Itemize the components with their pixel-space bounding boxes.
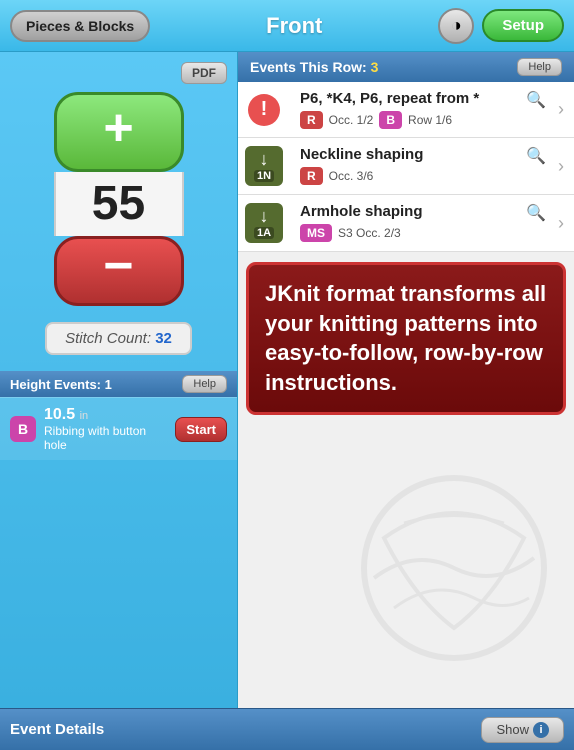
events-header: Events This Row: 3 Help bbox=[238, 52, 574, 82]
main-content: PDF + 55 − Stitch Count: 32 Height Event… bbox=[0, 52, 574, 708]
promo-banner: JKnit format transforms all your knittin… bbox=[246, 262, 566, 415]
tag-b-1: B bbox=[379, 111, 402, 129]
show-button[interactable]: Show i bbox=[481, 717, 564, 743]
theme-toggle-button[interactable]: ◑ bbox=[438, 8, 474, 44]
event-tags-2: R Occ. 3/6 bbox=[300, 167, 548, 185]
event-icon-2: ↓ 1N bbox=[238, 138, 290, 194]
chevron-right-icon-1: › bbox=[558, 82, 574, 137]
info-icon: i bbox=[533, 722, 549, 738]
events-title: Events This Row: 3 bbox=[250, 59, 378, 75]
increment-button[interactable]: + bbox=[54, 92, 184, 172]
event-number: 10.5 bbox=[44, 406, 75, 423]
tag-r-1: R bbox=[300, 111, 323, 129]
event-description: Ribbing with button hole bbox=[44, 424, 167, 452]
height-events-bar: Height Events: 1 Help bbox=[0, 371, 237, 397]
height-event-row: B 10.5 in Ribbing with button hole Start bbox=[0, 397, 237, 460]
bottom-bar: Event Details Show i bbox=[0, 708, 574, 750]
event-search-1[interactable]: 🔍 bbox=[526, 90, 546, 110]
arrow-down-box-3: ↓ 1A bbox=[245, 203, 283, 243]
tag-r-2: R bbox=[300, 167, 323, 185]
pdf-button[interactable]: PDF bbox=[181, 62, 227, 84]
event-label-2: 1N bbox=[254, 170, 274, 182]
yarn-watermark bbox=[354, 468, 554, 668]
event-content-3: Armhole shaping MS S3 Occ. 2/3 bbox=[290, 195, 558, 251]
event-search-2[interactable]: 🔍 bbox=[526, 146, 546, 166]
right-panel: Events This Row: 3 Help ! P6, *K4, P6, r… bbox=[238, 52, 574, 708]
events-help-button[interactable]: Help bbox=[517, 58, 562, 76]
header-right-controls: ◑ Setup bbox=[438, 8, 564, 44]
event-item-2[interactable]: ↓ 1N Neckline shaping R Occ. 3/6 🔍 › bbox=[238, 138, 574, 195]
event-tags-3: MS S3 Occ. 2/3 bbox=[300, 224, 548, 242]
tag-occ-2: Occ. 3/6 bbox=[329, 169, 374, 183]
exclamation-icon: ! bbox=[248, 94, 280, 126]
events-count: 3 bbox=[371, 59, 379, 75]
arrow-down-box-2: ↓ 1N bbox=[245, 146, 283, 186]
event-title-2: Neckline shaping bbox=[300, 146, 548, 163]
event-details-title: Event Details bbox=[10, 721, 104, 738]
event-item-1[interactable]: ! P6, *K4, P6, repeat from * R Occ. 1/2 … bbox=[238, 82, 574, 138]
event-unit: in bbox=[80, 410, 89, 422]
chevron-right-icon-3: › bbox=[558, 195, 574, 251]
event-badge: B bbox=[10, 416, 36, 442]
event-title-1: P6, *K4, P6, repeat from * bbox=[300, 90, 548, 107]
plus-icon: + bbox=[103, 102, 133, 154]
event-icon-1: ! bbox=[238, 82, 290, 137]
tag-ms-3: MS bbox=[300, 224, 332, 242]
decrement-button[interactable]: − bbox=[54, 236, 184, 306]
height-events-label: Height Events: 1 bbox=[10, 377, 112, 392]
event-info: 10.5 in Ribbing with button hole bbox=[44, 406, 167, 452]
chevron-right-icon-2: › bbox=[558, 138, 574, 194]
pieces-blocks-button[interactable]: Pieces & Blocks bbox=[10, 10, 150, 42]
event-item-3[interactable]: ↓ 1A Armhole shaping MS S3 Occ. 2/3 🔍 › bbox=[238, 195, 574, 252]
arrow-icon-3: ↓ bbox=[260, 207, 269, 225]
tag-occ-1: Occ. 1/2 bbox=[329, 113, 374, 127]
stitch-count-label: Stitch Count: 32 bbox=[45, 322, 192, 355]
tag-occ-3: S3 Occ. 2/3 bbox=[338, 226, 401, 240]
app-header: Pieces & Blocks Front ◑ Setup bbox=[0, 0, 574, 52]
tag-row-1: Row 1/6 bbox=[408, 113, 452, 127]
page-title: Front bbox=[266, 13, 322, 39]
event-tags-1: R Occ. 1/2 B Row 1/6 bbox=[300, 111, 548, 129]
promo-text: JKnit format transforms all your knittin… bbox=[265, 279, 547, 398]
event-icon-3: ↓ 1A bbox=[238, 195, 290, 251]
minus-icon: − bbox=[103, 240, 133, 292]
theme-icon: ◑ bbox=[451, 15, 462, 36]
event-content-1: P6, *K4, P6, repeat from * R Occ. 1/2 B … bbox=[290, 82, 558, 137]
arrow-icon-2: ↓ bbox=[260, 150, 269, 168]
event-content-2: Neckline shaping R Occ. 3/6 bbox=[290, 138, 558, 194]
counter-display: 55 bbox=[54, 172, 184, 236]
event-label-3: 1A bbox=[254, 227, 274, 239]
stitch-count-value: 32 bbox=[155, 330, 172, 347]
event-start-button[interactable]: Start bbox=[175, 417, 227, 442]
event-title-3: Armhole shaping bbox=[300, 203, 548, 220]
left-panel: PDF + 55 − Stitch Count: 32 Height Event… bbox=[0, 52, 238, 708]
setup-button[interactable]: Setup bbox=[482, 9, 564, 42]
event-search-3[interactable]: 🔍 bbox=[526, 203, 546, 223]
height-events-help-button[interactable]: Help bbox=[182, 375, 227, 393]
